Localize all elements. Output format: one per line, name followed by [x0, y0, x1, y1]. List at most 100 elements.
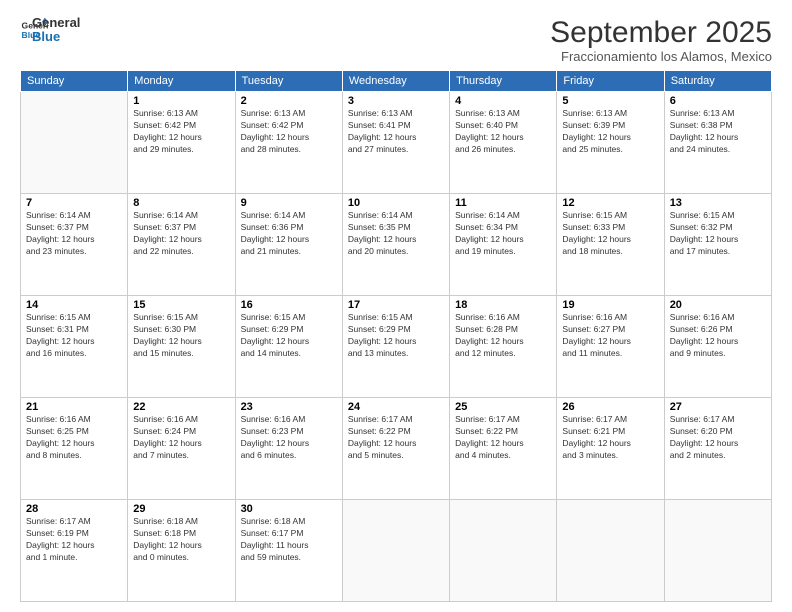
day-info: Sunrise: 6:18 AMSunset: 6:18 PMDaylight:…	[133, 516, 229, 564]
table-row: 8Sunrise: 6:14 AMSunset: 6:37 PMDaylight…	[128, 194, 235, 296]
table-row: 19Sunrise: 6:16 AMSunset: 6:27 PMDayligh…	[557, 296, 664, 398]
day-info: Sunrise: 6:17 AMSunset: 6:19 PMDaylight:…	[26, 516, 122, 564]
day-number: 21	[26, 401, 122, 413]
table-row: 18Sunrise: 6:16 AMSunset: 6:28 PMDayligh…	[450, 296, 557, 398]
table-row	[557, 500, 664, 602]
day-info: Sunrise: 6:13 AMSunset: 6:40 PMDaylight:…	[455, 108, 551, 156]
day-number: 12	[562, 197, 658, 209]
header: General Blue General Blue September 2025…	[20, 16, 772, 64]
day-info: Sunrise: 6:13 AMSunset: 6:41 PMDaylight:…	[348, 108, 444, 156]
table-row: 6Sunrise: 6:13 AMSunset: 6:38 PMDaylight…	[664, 92, 771, 194]
day-number: 5	[562, 95, 658, 107]
day-info: Sunrise: 6:14 AMSunset: 6:35 PMDaylight:…	[348, 210, 444, 258]
table-row: 30Sunrise: 6:18 AMSunset: 6:17 PMDayligh…	[235, 500, 342, 602]
calendar-week-row: 21Sunrise: 6:16 AMSunset: 6:25 PMDayligh…	[21, 398, 772, 500]
day-info: Sunrise: 6:13 AMSunset: 6:39 PMDaylight:…	[562, 108, 658, 156]
day-info: Sunrise: 6:13 AMSunset: 6:42 PMDaylight:…	[133, 108, 229, 156]
day-number: 3	[348, 95, 444, 107]
location: Fraccionamiento los Alamos, Mexico	[550, 49, 772, 64]
table-row: 14Sunrise: 6:15 AMSunset: 6:31 PMDayligh…	[21, 296, 128, 398]
day-number: 14	[26, 299, 122, 311]
title-block: September 2025 Fraccionamiento los Alamo…	[550, 16, 772, 64]
calendar-week-row: 7Sunrise: 6:14 AMSunset: 6:37 PMDaylight…	[21, 194, 772, 296]
calendar-header-row: Sunday Monday Tuesday Wednesday Thursday…	[21, 71, 772, 92]
day-info: Sunrise: 6:16 AMSunset: 6:24 PMDaylight:…	[133, 414, 229, 462]
day-number: 18	[455, 299, 551, 311]
table-row: 13Sunrise: 6:15 AMSunset: 6:32 PMDayligh…	[664, 194, 771, 296]
day-number: 10	[348, 197, 444, 209]
table-row: 21Sunrise: 6:16 AMSunset: 6:25 PMDayligh…	[21, 398, 128, 500]
day-info: Sunrise: 6:15 AMSunset: 6:31 PMDaylight:…	[26, 312, 122, 360]
table-row	[21, 92, 128, 194]
day-info: Sunrise: 6:16 AMSunset: 6:25 PMDaylight:…	[26, 414, 122, 462]
table-row: 5Sunrise: 6:13 AMSunset: 6:39 PMDaylight…	[557, 92, 664, 194]
table-row	[342, 500, 449, 602]
day-info: Sunrise: 6:16 AMSunset: 6:26 PMDaylight:…	[670, 312, 766, 360]
day-info: Sunrise: 6:15 AMSunset: 6:29 PMDaylight:…	[241, 312, 337, 360]
table-row: 3Sunrise: 6:13 AMSunset: 6:41 PMDaylight…	[342, 92, 449, 194]
day-number: 28	[26, 503, 122, 515]
table-row: 22Sunrise: 6:16 AMSunset: 6:24 PMDayligh…	[128, 398, 235, 500]
table-row: 17Sunrise: 6:15 AMSunset: 6:29 PMDayligh…	[342, 296, 449, 398]
day-info: Sunrise: 6:17 AMSunset: 6:21 PMDaylight:…	[562, 414, 658, 462]
day-info: Sunrise: 6:17 AMSunset: 6:22 PMDaylight:…	[455, 414, 551, 462]
table-row: 27Sunrise: 6:17 AMSunset: 6:20 PMDayligh…	[664, 398, 771, 500]
col-sunday: Sunday	[21, 71, 128, 92]
table-row: 2Sunrise: 6:13 AMSunset: 6:42 PMDaylight…	[235, 92, 342, 194]
day-number: 24	[348, 401, 444, 413]
day-number: 4	[455, 95, 551, 107]
day-info: Sunrise: 6:13 AMSunset: 6:42 PMDaylight:…	[241, 108, 337, 156]
month-title: September 2025	[550, 16, 772, 49]
day-info: Sunrise: 6:15 AMSunset: 6:32 PMDaylight:…	[670, 210, 766, 258]
table-row: 4Sunrise: 6:13 AMSunset: 6:40 PMDaylight…	[450, 92, 557, 194]
day-number: 20	[670, 299, 766, 311]
logo-line1: General	[32, 16, 80, 30]
day-info: Sunrise: 6:15 AMSunset: 6:33 PMDaylight:…	[562, 210, 658, 258]
day-info: Sunrise: 6:15 AMSunset: 6:29 PMDaylight:…	[348, 312, 444, 360]
day-info: Sunrise: 6:14 AMSunset: 6:36 PMDaylight:…	[241, 210, 337, 258]
table-row: 16Sunrise: 6:15 AMSunset: 6:29 PMDayligh…	[235, 296, 342, 398]
day-info: Sunrise: 6:15 AMSunset: 6:30 PMDaylight:…	[133, 312, 229, 360]
day-number: 1	[133, 95, 229, 107]
table-row: 7Sunrise: 6:14 AMSunset: 6:37 PMDaylight…	[21, 194, 128, 296]
day-info: Sunrise: 6:16 AMSunset: 6:23 PMDaylight:…	[241, 414, 337, 462]
day-number: 8	[133, 197, 229, 209]
col-friday: Friday	[557, 71, 664, 92]
day-number: 29	[133, 503, 229, 515]
day-info: Sunrise: 6:14 AMSunset: 6:37 PMDaylight:…	[133, 210, 229, 258]
day-number: 27	[670, 401, 766, 413]
table-row: 25Sunrise: 6:17 AMSunset: 6:22 PMDayligh…	[450, 398, 557, 500]
table-row: 28Sunrise: 6:17 AMSunset: 6:19 PMDayligh…	[21, 500, 128, 602]
calendar-table: Sunday Monday Tuesday Wednesday Thursday…	[20, 70, 772, 602]
day-number: 15	[133, 299, 229, 311]
col-tuesday: Tuesday	[235, 71, 342, 92]
col-saturday: Saturday	[664, 71, 771, 92]
table-row: 10Sunrise: 6:14 AMSunset: 6:35 PMDayligh…	[342, 194, 449, 296]
table-row: 11Sunrise: 6:14 AMSunset: 6:34 PMDayligh…	[450, 194, 557, 296]
table-row: 29Sunrise: 6:18 AMSunset: 6:18 PMDayligh…	[128, 500, 235, 602]
table-row: 26Sunrise: 6:17 AMSunset: 6:21 PMDayligh…	[557, 398, 664, 500]
day-info: Sunrise: 6:14 AMSunset: 6:37 PMDaylight:…	[26, 210, 122, 258]
day-number: 13	[670, 197, 766, 209]
day-info: Sunrise: 6:16 AMSunset: 6:28 PMDaylight:…	[455, 312, 551, 360]
day-number: 2	[241, 95, 337, 107]
table-row: 24Sunrise: 6:17 AMSunset: 6:22 PMDayligh…	[342, 398, 449, 500]
logo: General Blue General Blue	[20, 16, 80, 45]
day-number: 25	[455, 401, 551, 413]
logo-line2: Blue	[32, 30, 80, 44]
table-row: 12Sunrise: 6:15 AMSunset: 6:33 PMDayligh…	[557, 194, 664, 296]
day-number: 26	[562, 401, 658, 413]
calendar-week-row: 14Sunrise: 6:15 AMSunset: 6:31 PMDayligh…	[21, 296, 772, 398]
day-number: 22	[133, 401, 229, 413]
table-row: 23Sunrise: 6:16 AMSunset: 6:23 PMDayligh…	[235, 398, 342, 500]
day-number: 9	[241, 197, 337, 209]
day-number: 19	[562, 299, 658, 311]
table-row: 1Sunrise: 6:13 AMSunset: 6:42 PMDaylight…	[128, 92, 235, 194]
day-number: 7	[26, 197, 122, 209]
day-number: 16	[241, 299, 337, 311]
calendar-week-row: 1Sunrise: 6:13 AMSunset: 6:42 PMDaylight…	[21, 92, 772, 194]
day-info: Sunrise: 6:18 AMSunset: 6:17 PMDaylight:…	[241, 516, 337, 564]
table-row: 9Sunrise: 6:14 AMSunset: 6:36 PMDaylight…	[235, 194, 342, 296]
calendar-week-row: 28Sunrise: 6:17 AMSunset: 6:19 PMDayligh…	[21, 500, 772, 602]
col-wednesday: Wednesday	[342, 71, 449, 92]
